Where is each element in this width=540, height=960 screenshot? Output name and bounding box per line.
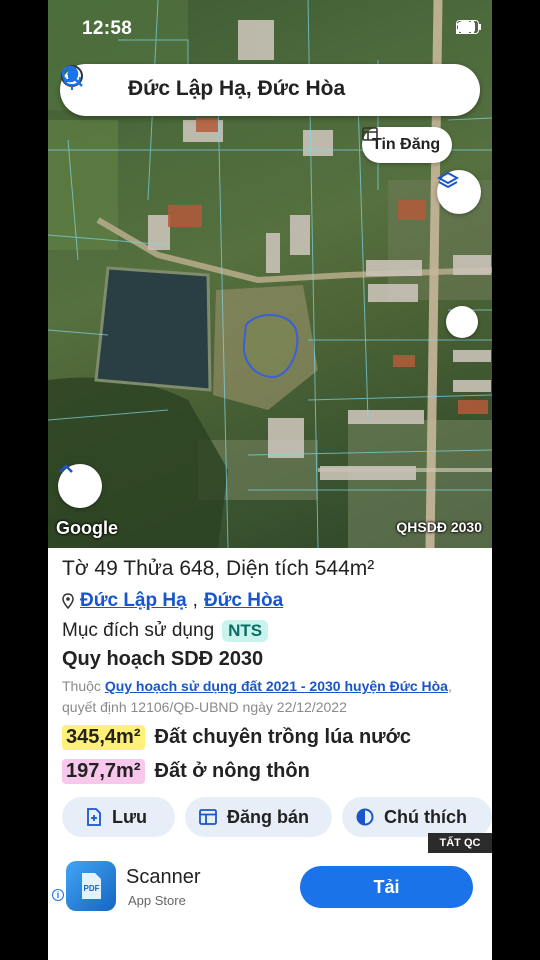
pdf-icon-text: PDF bbox=[84, 884, 100, 893]
commune-link[interactable]: Đức Lập Hạ bbox=[80, 590, 187, 612]
listing-icon bbox=[362, 127, 378, 141]
status-bar: 12:58 bbox=[48, 0, 492, 60]
legend-label: Chú thích bbox=[384, 806, 467, 827]
mic-icon[interactable] bbox=[60, 64, 84, 92]
listing-chip[interactable]: Tin Đăng bbox=[362, 127, 453, 163]
sell-label: Đăng bán bbox=[227, 806, 310, 827]
ad-banner[interactable]: i PDF Scanner App Store Tải bbox=[48, 853, 492, 921]
listing-icon bbox=[199, 809, 217, 825]
download-button[interactable]: Tải bbox=[300, 866, 473, 908]
clock: 12:58 bbox=[82, 18, 133, 39]
listing-chip-label: Tin Đăng bbox=[372, 136, 441, 153]
bottom-area bbox=[48, 921, 492, 960]
area-value: 345,4m² bbox=[62, 725, 145, 750]
area-row-residential: 197,7m² Đất ở nông thôn bbox=[62, 759, 310, 784]
area-value: 197,7m² bbox=[62, 759, 145, 784]
contrast-icon bbox=[356, 808, 374, 826]
google-attribution: Google bbox=[56, 518, 118, 538]
battery-icon bbox=[456, 20, 481, 34]
area-row-rice: 345,4m² Đất chuyên trồng lúa nước bbox=[62, 725, 411, 750]
locate-button[interactable] bbox=[446, 306, 478, 338]
purpose-label: Mục đích sử dụng bbox=[62, 620, 215, 641]
phone-screen: 12:58 Đức Lập Hạ, Đức Hòa Tin Đăng Googl… bbox=[48, 0, 492, 960]
parcel-info-panel: Tờ 49 Thửa 648, Diện tích 544m² Đức Lập … bbox=[48, 548, 492, 848]
parcel-title: Tờ 49 Thửa 648, Diện tích 544m² bbox=[62, 557, 375, 580]
district-link[interactable]: Đức Hòa bbox=[204, 590, 283, 612]
save-doc-icon bbox=[87, 808, 101, 826]
layer-badge: QHSDĐ 2030 bbox=[396, 519, 482, 535]
search-bar[interactable]: Đức Lập Hạ, Đức Hòa bbox=[60, 64, 480, 116]
layers-icon bbox=[437, 171, 459, 189]
save-label: Lưu bbox=[112, 806, 148, 827]
expand-panel-button[interactable] bbox=[58, 464, 102, 508]
parcel-outline[interactable] bbox=[242, 313, 299, 379]
action-row: Lưu Đăng bán Chú thích bbox=[62, 797, 492, 837]
parcel-location: Đức Lập Hạ, Đức Hòa bbox=[62, 590, 283, 612]
plan-prefix: Thuộc bbox=[62, 678, 101, 694]
purpose-code-badge: NTS bbox=[222, 620, 269, 642]
location-separator: , bbox=[192, 590, 198, 611]
ad-tag[interactable]: TẤT QC bbox=[428, 833, 492, 853]
app-store-label: App Store bbox=[128, 893, 186, 908]
land-use-purpose: Mục đích sử dụng NTS bbox=[62, 620, 269, 642]
app-name: Scanner bbox=[126, 866, 201, 888]
satellite-map[interactable]: 12:58 Đức Lập Hạ, Đức Hòa Tin Đăng Googl… bbox=[48, 0, 492, 548]
chevron-up-icon bbox=[59, 464, 73, 473]
location-pin-icon bbox=[62, 593, 74, 609]
save-button[interactable]: Lưu bbox=[62, 797, 175, 837]
area-label: Đất ở nông thôn bbox=[154, 760, 310, 782]
layers-button[interactable] bbox=[437, 170, 481, 214]
plan-link[interactable]: Quy hoạch sử dụng đất 2021 - 2030 huyện … bbox=[105, 678, 448, 694]
legend-button[interactable]: Chú thích bbox=[342, 797, 492, 837]
area-label: Đất chuyên trồng lúa nước bbox=[154, 726, 412, 748]
search-query[interactable]: Đức Lập Hạ, Đức Hòa bbox=[128, 77, 345, 101]
pdf-icon: PDF bbox=[82, 873, 101, 899]
plan-title: Quy hoạch SDĐ 2030 bbox=[62, 648, 264, 670]
ad-info-icon[interactable]: i bbox=[52, 889, 64, 901]
sell-button[interactable]: Đăng bán bbox=[185, 797, 332, 837]
plan-description: Thuộc Quy hoạch sử dụng đất 2021 - 2030 … bbox=[62, 676, 488, 718]
app-icon: PDF bbox=[66, 861, 116, 911]
